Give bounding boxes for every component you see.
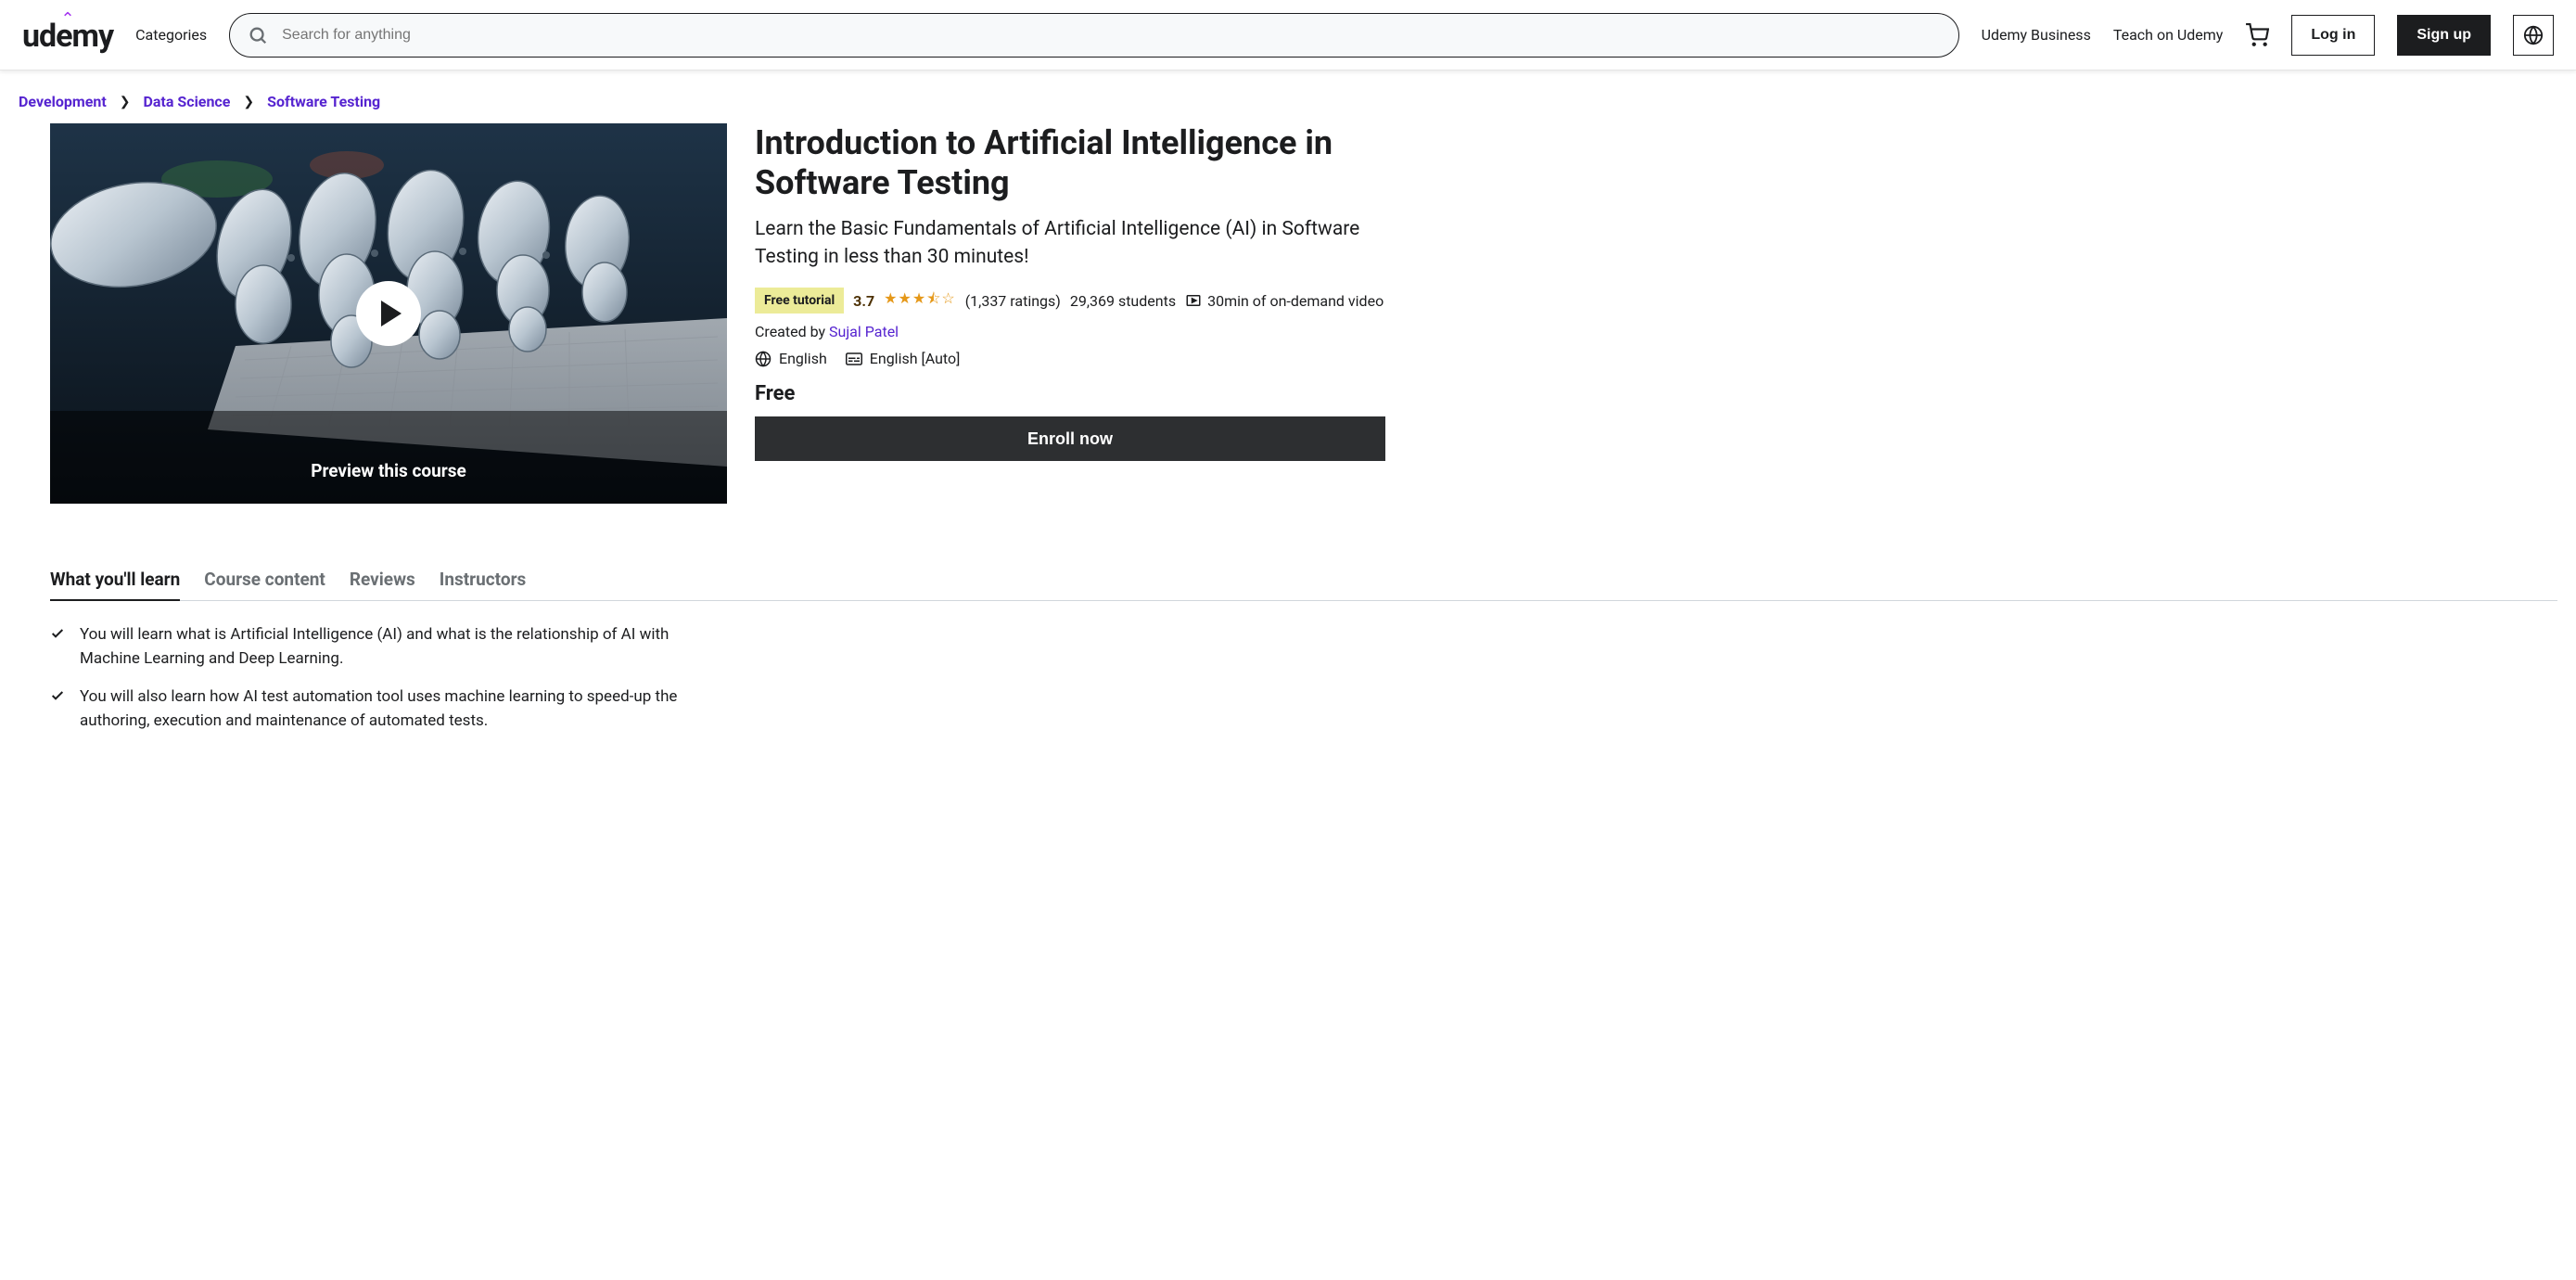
learn-item-text: You will learn what is Artificial Intell…	[80, 623, 718, 671]
list-item: You will also learn how AI test automati…	[50, 685, 718, 733]
check-icon	[50, 626, 65, 671]
video-length-text: 30min of on-demand video	[1207, 292, 1384, 310]
course-captions: English [Auto]	[846, 350, 961, 367]
play-button	[356, 281, 421, 346]
header: ⌃ udemy Categories Udemy Business Teach …	[0, 0, 2576, 70]
stars-icon: ★★★⯪☆	[884, 288, 956, 314]
video-icon	[1185, 292, 1202, 309]
video-length: 30min of on-demand video	[1185, 292, 1384, 310]
globe-icon	[2523, 25, 2544, 45]
tab-course-content[interactable]: Course content	[204, 559, 325, 600]
created-by: Created by Sujal Patel	[755, 323, 1385, 340]
breadcrumb-item-2[interactable]: Software Testing	[267, 93, 380, 110]
language-button[interactable]	[2513, 15, 2554, 56]
language-row: English English [Auto]	[755, 350, 1385, 367]
price: Free	[755, 382, 1385, 405]
ratings-count[interactable]: (1,337 ratings)	[965, 292, 1061, 310]
students-count: 29,369 students	[1070, 292, 1176, 310]
breadcrumb: Development ❯ Data Science ❯ Software Te…	[0, 70, 2576, 123]
check-icon	[50, 688, 65, 733]
globe-icon	[755, 351, 772, 367]
language-text: English	[779, 350, 827, 367]
tab-reviews[interactable]: Reviews	[350, 559, 415, 600]
meta-row: Free tutorial 3.7 ★★★⯪☆ (1,337 ratings) …	[755, 288, 1385, 314]
chevron-right-icon: ❯	[120, 95, 131, 109]
tab-instructors[interactable]: Instructors	[440, 559, 527, 600]
login-button[interactable]: Log in	[2291, 15, 2375, 56]
instructor-link[interactable]: Sujal Patel	[829, 323, 899, 340]
tabs: What you'll learn Course content Reviews…	[50, 559, 2557, 601]
breadcrumb-item-1[interactable]: Data Science	[143, 93, 230, 110]
list-item: You will learn what is Artificial Intell…	[50, 623, 718, 671]
captions-text: English [Auto]	[870, 350, 961, 367]
logo-text: udemy	[22, 18, 113, 55]
preview-label: Preview this course	[50, 460, 727, 481]
course-title: Introduction to Artificial Intelligence …	[755, 123, 1385, 203]
video-preview[interactable]: Preview this course	[50, 123, 727, 504]
play-icon	[381, 301, 402, 326]
tab-what-youll-learn[interactable]: What you'll learn	[50, 559, 180, 601]
cart-icon[interactable]	[2245, 23, 2269, 47]
course-subtitle: Learn the Basic Fundamentals of Artifici…	[755, 216, 1385, 271]
free-badge: Free tutorial	[755, 288, 844, 314]
breadcrumb-item-0[interactable]: Development	[19, 93, 107, 110]
captions-icon	[846, 352, 862, 365]
chevron-right-icon: ❯	[243, 95, 254, 109]
video-column: Preview this course	[50, 123, 727, 504]
enroll-button[interactable]: Enroll now	[755, 416, 1385, 461]
info-column: Introduction to Artificial Intelligence …	[755, 123, 1385, 504]
tabs-section: What you'll learn Course content Reviews…	[0, 531, 2576, 770]
search-input[interactable]	[229, 13, 1958, 58]
created-by-prefix: Created by	[755, 323, 829, 340]
main: Preview this course Introduction to Arti…	[0, 123, 2576, 531]
signup-button[interactable]: Sign up	[2397, 15, 2491, 56]
categories-link[interactable]: Categories	[135, 26, 207, 44]
course-language: English	[755, 350, 827, 367]
rating-value: 3.7	[853, 292, 874, 310]
search-icon	[248, 25, 268, 45]
teach-link[interactable]: Teach on Udemy	[2113, 26, 2224, 44]
learn-item-text: You will also learn how AI test automati…	[80, 685, 718, 733]
logo[interactable]: ⌃ udemy	[22, 15, 113, 55]
udemy-business-link[interactable]: Udemy Business	[1982, 26, 2091, 44]
learn-list: You will learn what is Artificial Intell…	[50, 601, 718, 770]
search-wrap	[229, 13, 1958, 58]
